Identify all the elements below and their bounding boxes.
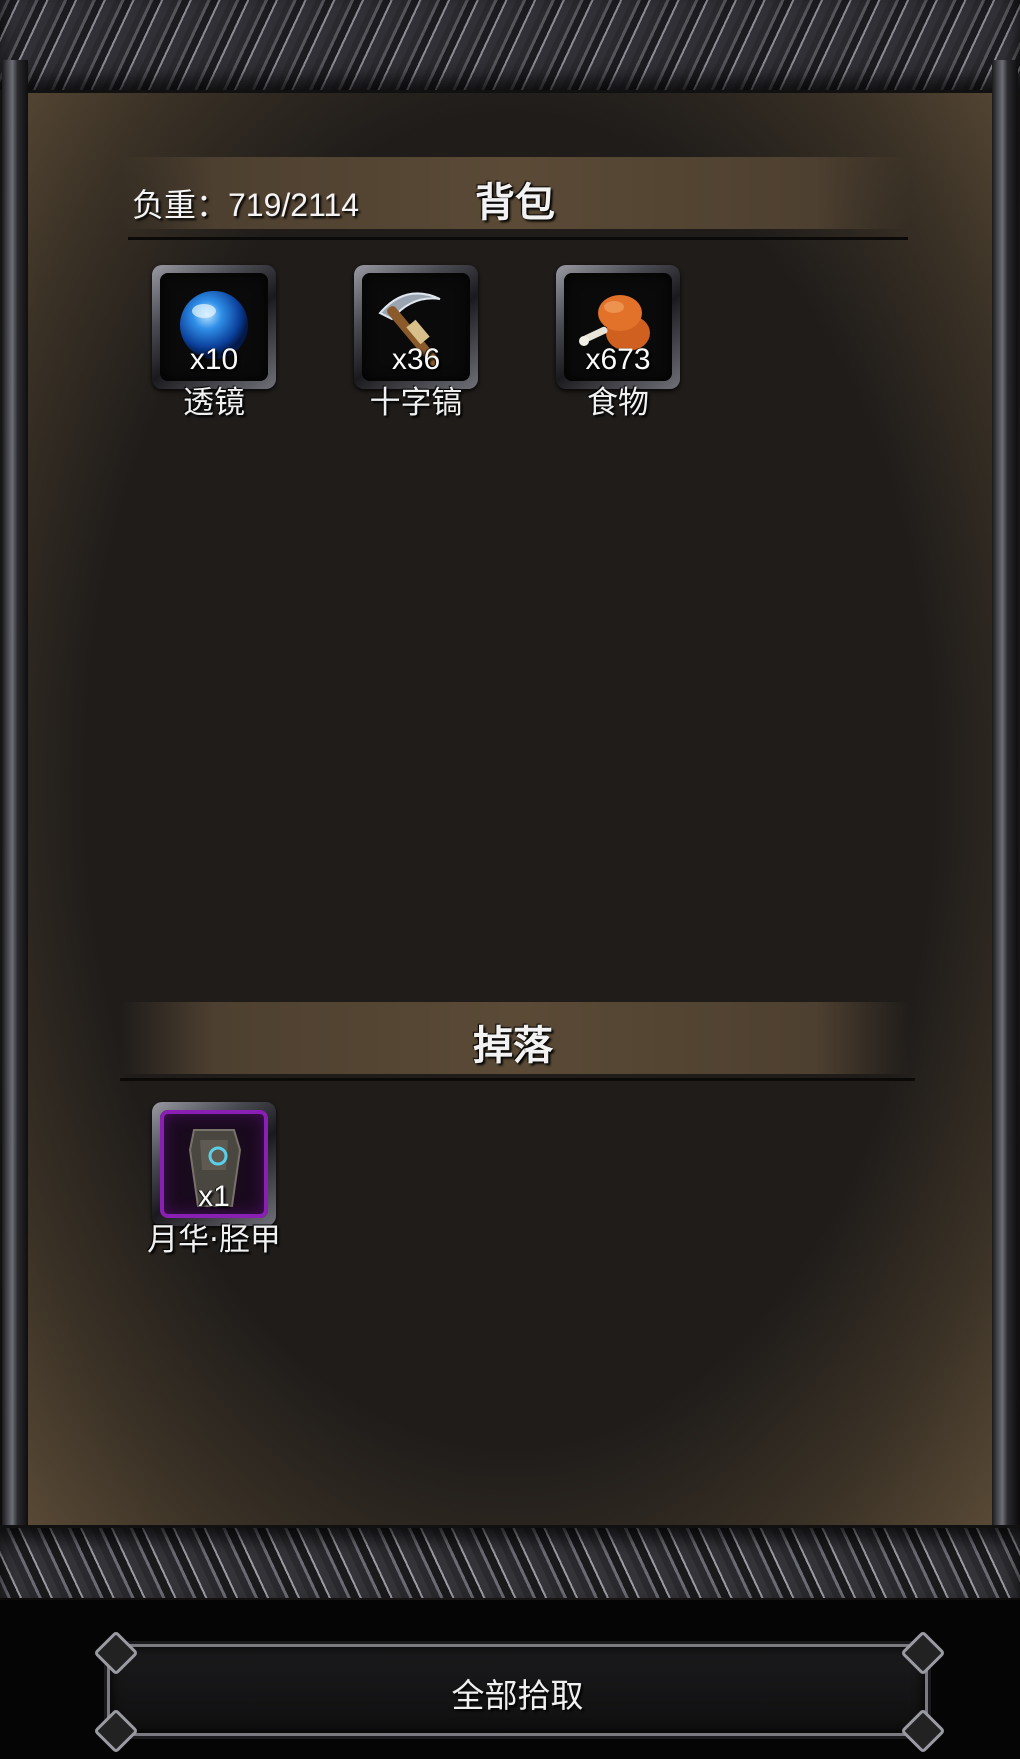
pickup-all-button[interactable]: 全部拾取 (93, 1630, 946, 1754)
item-count: x673 (585, 343, 651, 376)
drops-header-divider (120, 1078, 915, 1081)
weight-label: 负重：719/2114 (132, 187, 360, 223)
pickup-all-label: 全部拾取 (451, 1676, 584, 1715)
item-name-greaves: 月华·胫甲 (147, 1222, 281, 1258)
drops-title: 掉落 (473, 1023, 553, 1069)
item-count: x10 (189, 343, 239, 376)
item-name-lens: 透镜 (183, 385, 245, 421)
window-frame (0, 0, 1020, 1600)
drop-item-greaves[interactable]: x1 (152, 1102, 276, 1226)
backpack-title: 背包 (475, 180, 555, 226)
item-count: x36 (391, 343, 441, 376)
ornate-frame-left (2, 60, 28, 1540)
item-name-food: 食物 (587, 385, 649, 421)
inventory-item-lens[interactable]: x10 (152, 265, 276, 389)
ornate-frame-top (0, 0, 1020, 93)
inventory-item-pickaxe[interactable]: x36 (354, 265, 478, 389)
item-count: x1 (198, 1180, 230, 1213)
ornate-frame-right (992, 60, 1018, 1540)
item-name-pickaxe: 十字镐 (369, 385, 463, 421)
inventory-item-food[interactable]: x673 (556, 265, 680, 389)
backpack-header-divider (128, 237, 908, 240)
ornate-frame-bottom (0, 1525, 1020, 1598)
